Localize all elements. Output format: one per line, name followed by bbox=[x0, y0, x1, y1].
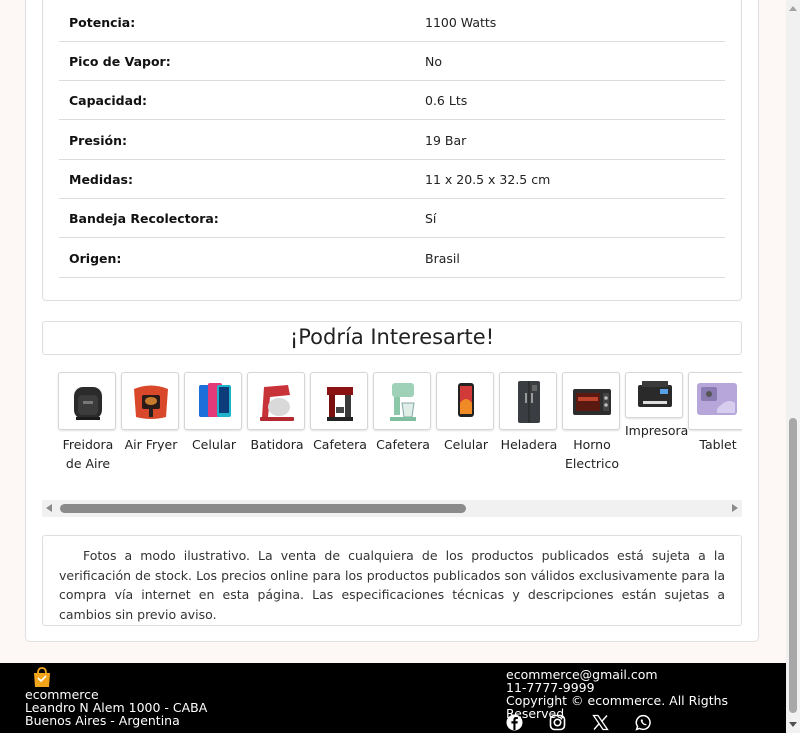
product-card[interactable]: Horno Electrico bbox=[562, 372, 622, 473]
related-products-carousel[interactable]: Freidora de Aire Air Fryer Celular Batid… bbox=[42, 368, 742, 503]
product-name: Batidora bbox=[250, 437, 304, 452]
page-content: Potencia: 1100 Watts Pico de Vapor: No C… bbox=[0, 0, 786, 733]
product-name: Impresora bbox=[625, 423, 689, 438]
product-name: Air Fryer bbox=[124, 437, 178, 452]
air-fryer-icon bbox=[121, 372, 179, 430]
shopping-bag-logo-icon[interactable] bbox=[31, 666, 53, 688]
site-footer: ecommerce Leandro N Alem 1000 - CABA Bue… bbox=[0, 663, 786, 733]
spec-label: Medidas: bbox=[69, 172, 133, 187]
spec-row-origen: Origen: Brasil bbox=[59, 239, 725, 278]
spec-label: Capacidad: bbox=[69, 93, 148, 108]
spec-row-medidas: Medidas: 11 x 20.5 x 32.5 cm bbox=[59, 160, 725, 199]
product-name: Freidora de Aire bbox=[62, 437, 114, 471]
phone-icon bbox=[436, 372, 494, 430]
product-card[interactable]: Cafetera bbox=[310, 372, 370, 454]
x-icon[interactable] bbox=[592, 714, 609, 731]
spec-value: Sí bbox=[425, 211, 437, 226]
scroll-up-arrow-icon[interactable] bbox=[789, 6, 797, 11]
product-card[interactable]: Heladera bbox=[499, 372, 559, 454]
footer-address-line2: Buenos Aires - Argentina bbox=[25, 713, 180, 728]
spec-value: No bbox=[425, 54, 442, 69]
spec-value: Brasil bbox=[425, 251, 460, 266]
spec-label: Presión: bbox=[69, 133, 128, 148]
related-products-title: ¡Podría Interesarte! bbox=[289, 325, 495, 349]
product-card[interactable]: Tablet bbox=[688, 372, 742, 454]
page-scroll-thumb[interactable] bbox=[789, 418, 797, 713]
facebook-icon[interactable] bbox=[506, 714, 523, 731]
coffee-maker-icon bbox=[310, 372, 368, 430]
product-card[interactable]: Celular bbox=[184, 372, 244, 454]
spec-row-pico-vapor: Pico de Vapor: No bbox=[59, 42, 725, 81]
product-name: Horno Electrico bbox=[565, 437, 619, 471]
spec-label: Origen: bbox=[69, 251, 122, 266]
spec-value: 1100 Watts bbox=[425, 15, 497, 30]
spec-row-capacidad: Capacidad: 0.6 Lts bbox=[59, 81, 725, 120]
scroll-left-arrow-icon[interactable] bbox=[46, 504, 52, 512]
spec-row-potencia: Potencia: 1100 Watts bbox=[59, 3, 725, 42]
air-fryer-icon bbox=[58, 372, 116, 430]
product-card[interactable]: Cafetera bbox=[373, 372, 433, 454]
instagram-icon[interactable] bbox=[549, 714, 566, 731]
scroll-down-arrow-icon[interactable] bbox=[789, 722, 797, 727]
product-name: Tablet bbox=[699, 437, 737, 452]
carousel-scrollbar[interactable] bbox=[42, 500, 742, 517]
product-name: Cafetera bbox=[313, 437, 367, 452]
product-card[interactable]: Celular bbox=[436, 372, 496, 454]
page-vertical-scrollbar[interactable] bbox=[786, 0, 800, 733]
spec-label: Potencia: bbox=[69, 15, 136, 30]
fridge-icon bbox=[499, 372, 557, 430]
spec-label: Pico de Vapor: bbox=[69, 54, 171, 69]
disclaimer-text: Fotos a modo ilustrativo. La venta de cu… bbox=[59, 548, 725, 622]
product-card[interactable]: Air Fryer bbox=[121, 372, 181, 454]
spec-row-presion: Presión: 19 Bar bbox=[59, 121, 725, 160]
product-name: Cafetera bbox=[376, 437, 430, 452]
product-name: Celular bbox=[191, 437, 237, 452]
product-card[interactable]: Batidora bbox=[247, 372, 307, 454]
spec-value: 0.6 Lts bbox=[425, 93, 468, 108]
mixer-icon bbox=[247, 372, 305, 430]
product-card[interactable]: Impresora bbox=[625, 372, 689, 440]
phone-icon bbox=[184, 372, 242, 430]
whatsapp-icon[interactable] bbox=[635, 714, 652, 731]
scroll-right-arrow-icon[interactable] bbox=[732, 504, 738, 512]
tablet-icon bbox=[688, 372, 742, 430]
product-name: Heladera bbox=[500, 437, 558, 452]
related-products-header: ¡Podría Interesarte! bbox=[42, 321, 742, 355]
product-card[interactable]: Freidora de Aire bbox=[58, 372, 118, 473]
oven-icon bbox=[562, 372, 620, 430]
carousel-scroll-thumb[interactable] bbox=[60, 504, 466, 513]
footer-contact: ecommerce@gmail.com 11-7777-9999 Copyrig… bbox=[506, 668, 786, 720]
disclaimer-box: Fotos a modo ilustrativo. La venta de cu… bbox=[42, 535, 742, 626]
coffee-maker-icon bbox=[373, 372, 431, 430]
spec-value: 11 x 20.5 x 32.5 cm bbox=[425, 172, 551, 187]
product-name: Celular bbox=[443, 437, 489, 452]
spec-row-bandeja: Bandeja Recolectora: Sí bbox=[59, 199, 725, 238]
footer-address: ecommerce Leandro N Alem 1000 - CABA Bue… bbox=[25, 688, 207, 727]
spec-label: Bandeja Recolectora: bbox=[69, 211, 219, 226]
printer-icon bbox=[625, 372, 683, 418]
spec-value: 19 Bar bbox=[425, 133, 467, 148]
